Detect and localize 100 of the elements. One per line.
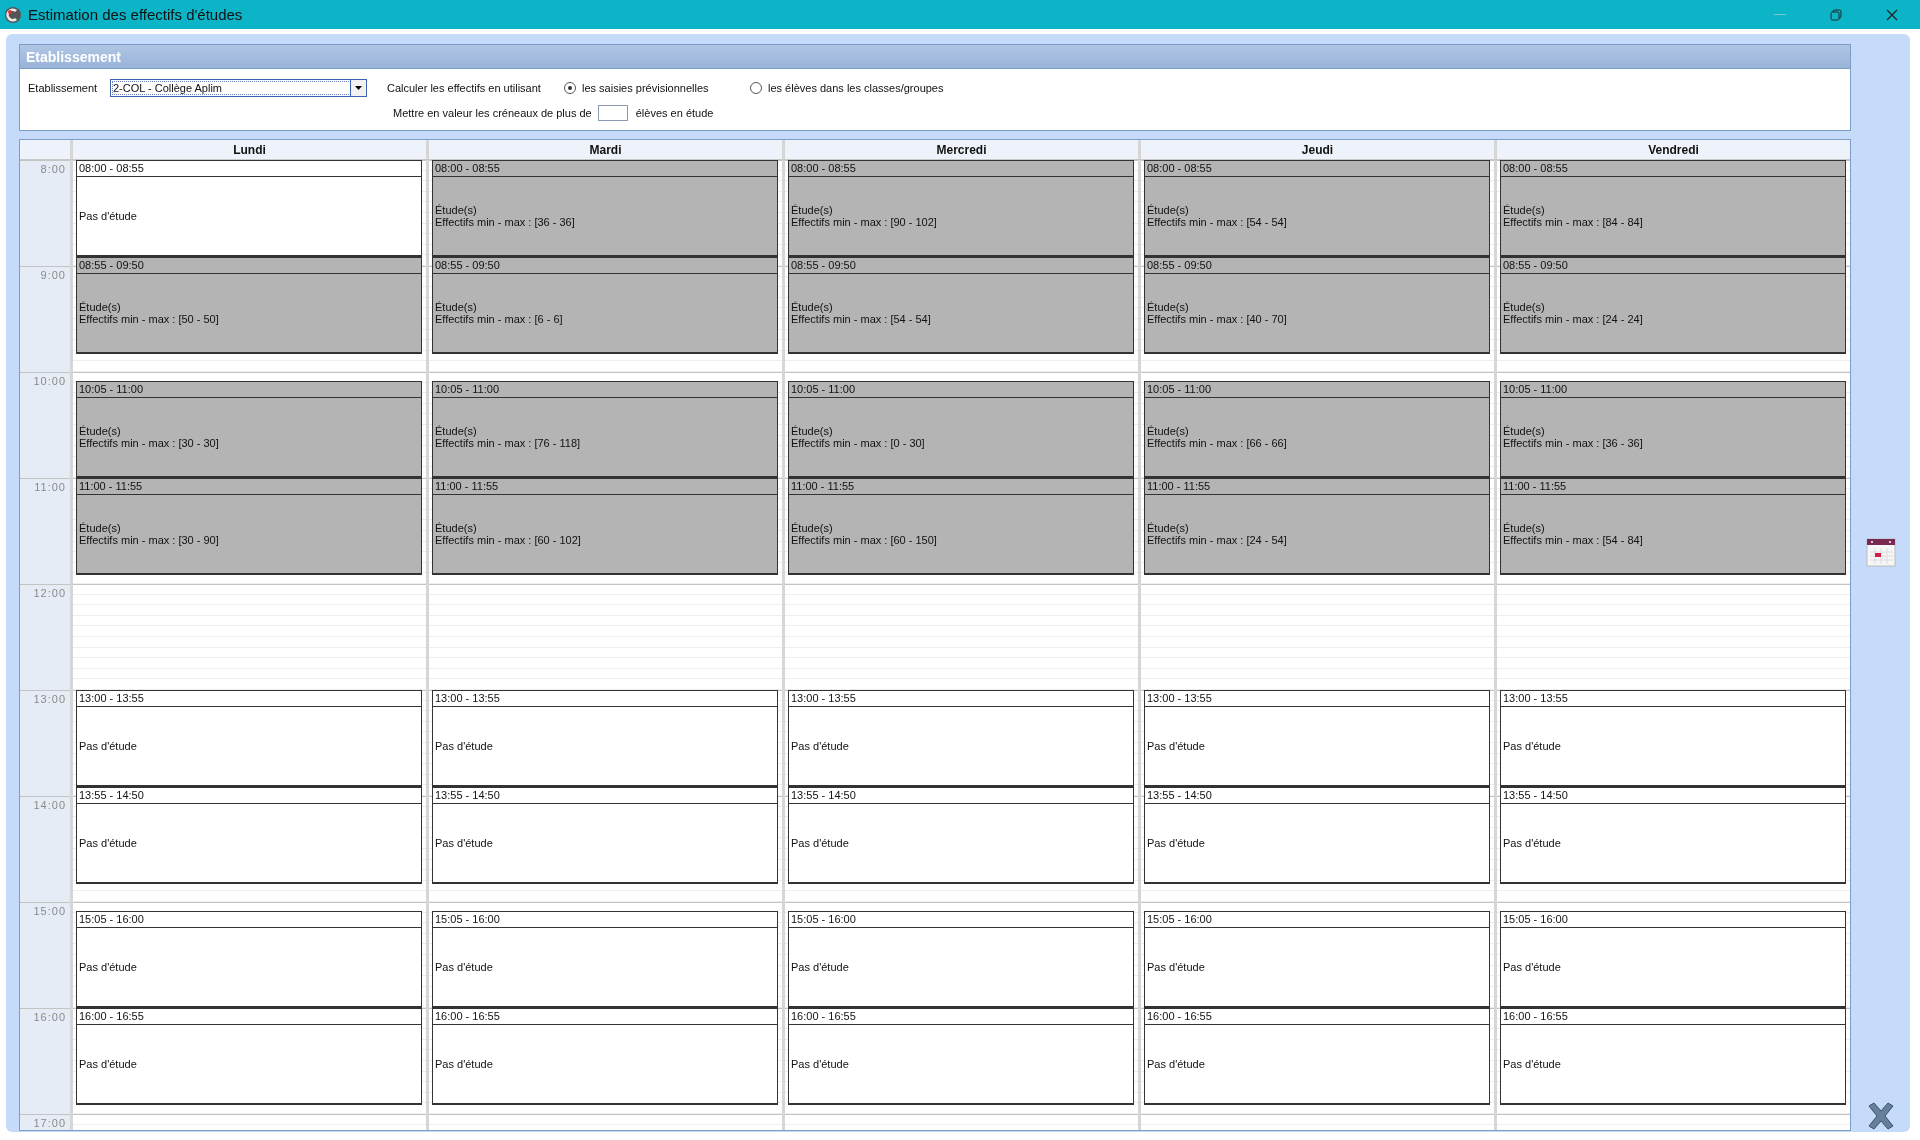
slot-time: 10:05 - 11:00 [1501, 382, 1845, 398]
slot-status: Étude(s) [1503, 301, 1546, 313]
slot-range: Effectifs min - max : [30 - 30] [79, 437, 220, 449]
slot-time: 08:00 - 08:55 [77, 161, 421, 177]
slot-time: 13:00 - 13:55 [433, 691, 777, 707]
time-slot[interactable]: 13:55 - 14:50 Pas d'étude [1144, 787, 1490, 884]
time-slot[interactable]: 10:05 - 11:00 Étude(s) Effectifs min - max : [36 - 36] [1500, 381, 1846, 478]
time-slot[interactable]: 16:00 - 16:55 Pas d'étude [432, 1008, 778, 1105]
slot-time: 15:05 - 16:00 [1501, 912, 1845, 928]
slot-status: Étude(s) [791, 301, 834, 313]
time-slot[interactable]: 11:00 - 11:55 Étude(s) Effectifs min - max : [60 - 150] [788, 478, 1134, 575]
time-slot[interactable]: 16:00 - 16:55 Pas d'étude [1144, 1008, 1490, 1105]
time-slot[interactable]: 13:00 - 13:55 Pas d'étude [76, 690, 422, 787]
slot-status: Pas d'étude [435, 961, 494, 973]
time-slot[interactable]: 08:00 - 08:55 Étude(s) Effectifs min - max : [36 - 36] [432, 160, 778, 257]
slot-status: Pas d'étude [1147, 740, 1206, 752]
time-slot[interactable]: 08:00 - 08:55 Étude(s) Effectifs min - max : [84 - 84] [1500, 160, 1846, 257]
time-slot[interactable]: 08:55 - 09:50 Étude(s) Effectifs min - max : [24 - 24] [1500, 257, 1846, 354]
slot-status: Pas d'étude [79, 1058, 138, 1070]
slot-time: 08:55 - 09:50 [433, 258, 777, 274]
time-slot[interactable]: 16:00 - 16:55 Pas d'étude [1500, 1008, 1846, 1105]
time-slot[interactable]: 13:00 - 13:55 Pas d'étude [1500, 690, 1846, 787]
slot-status: Pas d'étude [435, 837, 494, 849]
slot-range: Effectifs min - max : [60 - 102] [435, 534, 582, 546]
slot-range: Effectifs min - max : [84 - 84] [1503, 216, 1644, 228]
time-slot[interactable]: 10:05 - 11:00 Étude(s) Effectifs min - max : [30 - 30] [76, 381, 422, 478]
app-logo-icon [4, 5, 22, 24]
time-slot[interactable]: 16:00 - 16:55 Pas d'étude [76, 1008, 422, 1105]
slot-time: 08:00 - 08:55 [1501, 161, 1845, 177]
time-slot[interactable]: 13:00 - 13:55 Pas d'étude [1144, 690, 1490, 787]
time-slot[interactable]: 11:00 - 11:55 Étude(s) Effectifs min - max : [24 - 54] [1144, 478, 1490, 575]
time-slot[interactable]: 10:05 - 11:00 Étude(s) Effectifs min - max : [66 - 66] [1144, 381, 1490, 478]
time-slot[interactable]: 11:00 - 11:55 Étude(s) Effectifs min - max : [60 - 102] [432, 478, 778, 575]
slot-status: Étude(s) [1503, 425, 1546, 437]
time-slot[interactable]: 15:05 - 16:00 Pas d'étude [1500, 911, 1846, 1008]
slot-status: Pas d'étude [435, 740, 494, 752]
slot-status: Pas d'étude [1147, 961, 1206, 973]
time-slot[interactable]: 11:00 - 11:55 Étude(s) Effectifs min - max : [30 - 90] [76, 478, 422, 575]
time-slot[interactable]: 10:05 - 11:00 Étude(s) Effectifs min - max : [76 - 118] [432, 381, 778, 478]
time-slot[interactable]: 13:55 - 14:50 Pas d'étude [1500, 787, 1846, 884]
hour-label: 17:00 [33, 1117, 66, 1129]
slot-status: Pas d'étude [1503, 740, 1562, 752]
time-slot[interactable]: 13:55 - 14:50 Pas d'étude [76, 787, 422, 884]
slot-time: 13:55 - 14:50 [77, 788, 421, 804]
time-slot[interactable]: 08:00 - 08:55 Étude(s) Effectifs min - max : [54 - 54] [1144, 160, 1490, 257]
time-slot[interactable]: 13:00 - 13:55 Pas d'étude [432, 690, 778, 787]
radio-button[interactable] [564, 82, 576, 94]
slot-status: Pas d'étude [791, 740, 850, 752]
time-slot[interactable]: 13:55 - 14:50 Pas d'étude [788, 787, 1134, 884]
slot-time: 11:00 - 11:55 [1145, 479, 1489, 495]
radio-button[interactable] [750, 82, 762, 94]
slot-range: Effectifs min - max : [40 - 70] [1147, 313, 1288, 325]
slot-time: 13:00 - 13:55 [77, 691, 421, 707]
slot-time: 13:55 - 14:50 [1501, 788, 1845, 804]
slot-range: Effectifs min - max : [54 - 84] [1503, 534, 1644, 546]
slot-time: 08:00 - 08:55 [789, 161, 1133, 177]
slot-range: Effectifs min - max : [50 - 50] [79, 313, 220, 325]
hour-label: 14:00 [33, 799, 66, 811]
time-slot[interactable]: 15:05 - 16:00 Pas d'étude [788, 911, 1134, 1008]
slot-status: Étude(s) [79, 425, 122, 437]
slot-time: 11:00 - 11:55 [77, 479, 421, 495]
time-slot[interactable]: 15:05 - 16:00 Pas d'étude [1144, 911, 1490, 1008]
restore-icon[interactable] [1830, 8, 1842, 21]
slot-status: Étude(s) [435, 522, 478, 534]
slot-status: Pas d'étude [1147, 1058, 1206, 1070]
threshold-input[interactable] [597, 105, 628, 121]
slot-range: Effectifs min - max : [24 - 54] [1147, 534, 1288, 546]
close-icon[interactable] [1886, 8, 1898, 21]
slot-time: 15:05 - 16:00 [433, 912, 777, 928]
radio-label[interactable]: les élèves dans les classes/groupes [768, 82, 944, 94]
time-slot[interactable]: 16:00 - 16:55 Pas d'étude [788, 1008, 1134, 1105]
hour-label: 15:00 [33, 905, 66, 917]
establishment-select[interactable]: 2-COL - Collège Aplim [110, 79, 367, 97]
time-slot[interactable]: 13:00 - 13:55 Pas d'étude [788, 690, 1134, 787]
slot-status: Pas d'étude [791, 1058, 850, 1070]
time-slot[interactable]: 08:55 - 09:50 Étude(s) Effectifs min - max : [54 - 54] [788, 257, 1134, 354]
slot-status: Pas d'étude [79, 961, 138, 973]
slot-status: Étude(s) [435, 204, 478, 216]
time-slot[interactable]: 08:00 - 08:55 Pas d'étude [76, 160, 422, 257]
slot-time: 15:05 - 16:00 [789, 912, 1133, 928]
calendar-icon[interactable] [1864, 536, 1897, 568]
time-slot[interactable]: 08:00 - 08:55 Étude(s) Effectifs min - max : [90 - 102] [788, 160, 1134, 257]
slot-time: 08:55 - 09:50 [1145, 258, 1489, 274]
time-slot[interactable]: 13:55 - 14:50 Pas d'étude [432, 787, 778, 884]
slot-status: Étude(s) [1147, 301, 1190, 313]
time-slot[interactable]: 15:05 - 16:00 Pas d'étude [76, 911, 422, 1008]
slot-range: Effectifs min - max : [66 - 66] [1147, 437, 1288, 449]
slot-status: Pas d'étude [1503, 961, 1562, 973]
slot-time: 15:05 - 16:00 [77, 912, 421, 928]
slot-time: 10:05 - 11:00 [77, 382, 421, 398]
radio-label[interactable]: les saisies prévisionnelles [582, 82, 709, 94]
time-slot[interactable]: 08:55 - 09:50 Étude(s) Effectifs min - max : [40 - 70] [1144, 257, 1490, 354]
time-slot[interactable]: 10:05 - 11:00 Étude(s) Effectifs min - max : [0 - 30] [788, 381, 1134, 478]
time-slot[interactable]: 08:55 - 09:50 Étude(s) Effectifs min - max : [6 - 6] [432, 257, 778, 354]
time-slot[interactable]: 08:55 - 09:50 Étude(s) Effectifs min - max : [50 - 50] [76, 257, 422, 354]
slot-time: 10:05 - 11:00 [789, 382, 1133, 398]
time-slot[interactable]: 15:05 - 16:00 Pas d'étude [432, 911, 778, 1008]
slot-time: 16:00 - 16:55 [1145, 1009, 1489, 1025]
hour-label: 12:00 [33, 587, 66, 599]
time-slot[interactable]: 11:00 - 11:55 Étude(s) Effectifs min - max : [54 - 84] [1500, 478, 1846, 575]
